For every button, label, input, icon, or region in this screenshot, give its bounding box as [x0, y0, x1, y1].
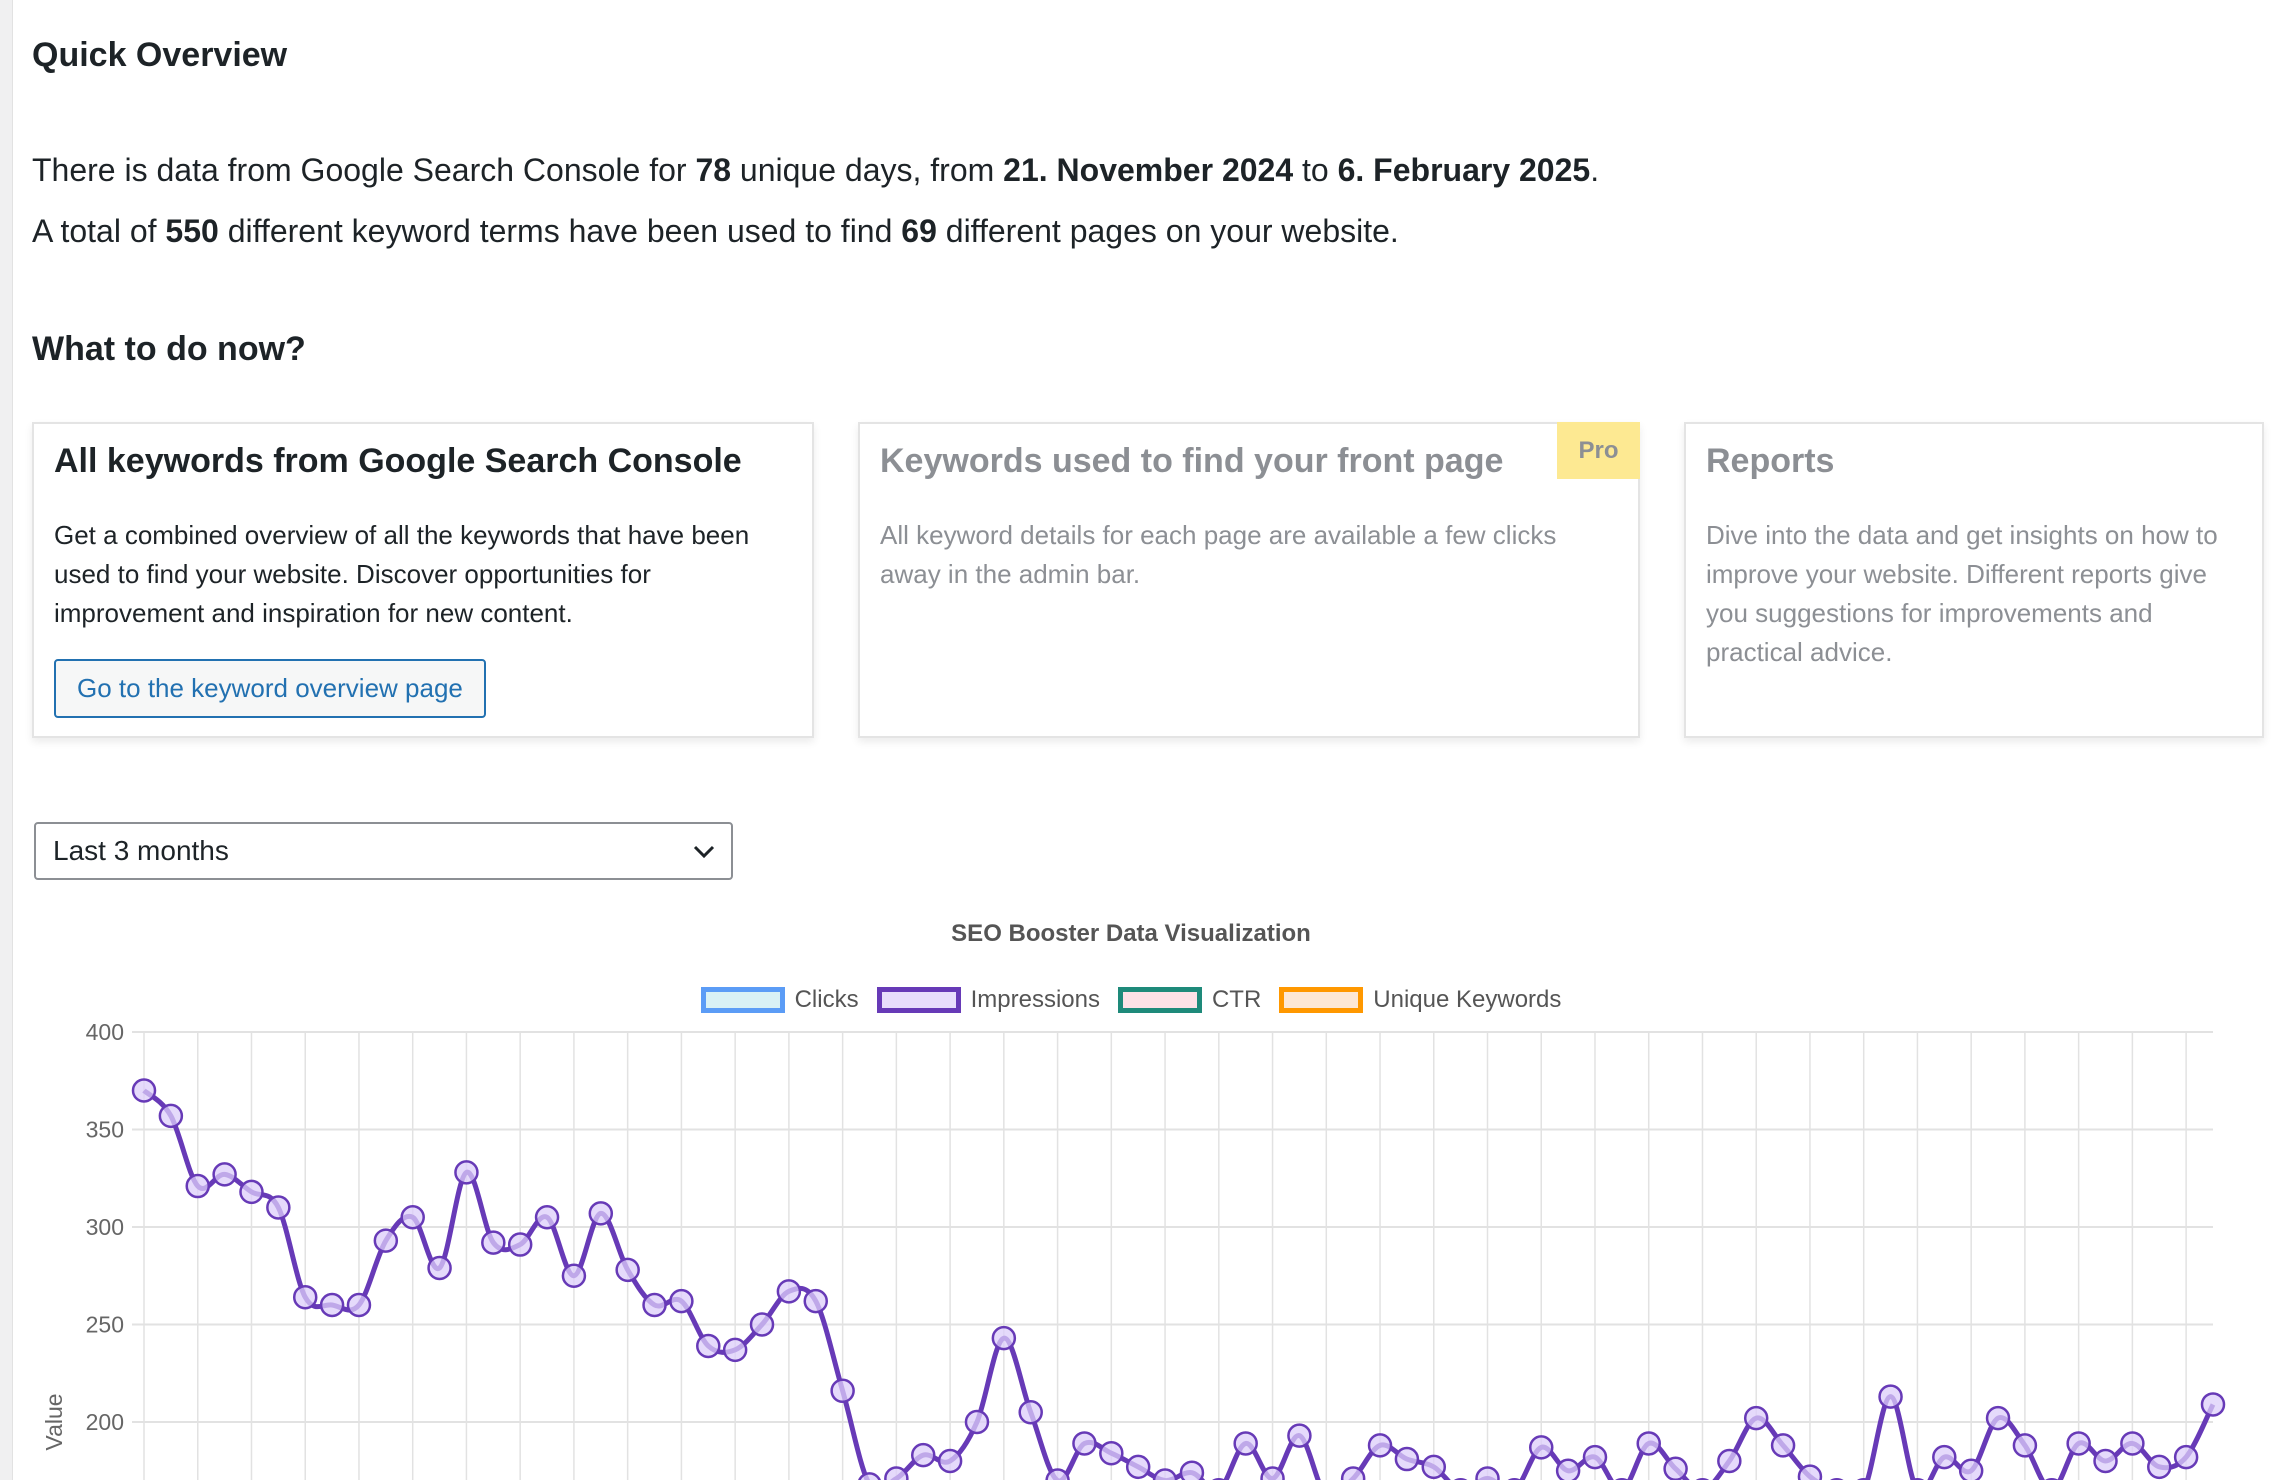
impressions-point[interactable] [1367, 1433, 1393, 1458]
impressions-point[interactable] [1260, 1466, 1285, 1480]
impressions-point[interactable] [2120, 1431, 2145, 1456]
impressions-point[interactable] [2147, 1454, 2172, 1480]
impressions-point[interactable] [454, 1160, 479, 1185]
impressions-point[interactable] [991, 1325, 1017, 1351]
impressions-point[interactable] [1125, 1454, 1151, 1480]
impressions-point[interactable] [1233, 1431, 1258, 1456]
y-axis-label: Value [41, 1393, 67, 1450]
impressions-point[interactable] [400, 1205, 425, 1230]
impressions-point[interactable] [158, 1103, 184, 1129]
impressions-point[interactable] [1179, 1460, 1205, 1480]
impressions-point[interactable] [266, 1195, 291, 1220]
impressions-point[interactable] [131, 1078, 157, 1103]
impressions-point[interactable] [1555, 1458, 1581, 1480]
impressions-point[interactable] [1636, 1431, 1661, 1456]
impressions-point[interactable] [910, 1442, 936, 1468]
impressions-point[interactable] [1528, 1435, 1554, 1460]
impressions-point[interactable] [642, 1292, 667, 1318]
impressions-point[interactable] [1072, 1431, 1097, 1456]
impressions-point[interactable] [1985, 1405, 2011, 1431]
impressions-point[interactable] [964, 1409, 990, 1435]
impressions-point[interactable] [1958, 1458, 1984, 1480]
impressions-line-chart: 200 250 300 350 400 Value [41, 1019, 2226, 1480]
impressions-point[interactable] [937, 1448, 963, 1474]
impressions-point[interactable] [776, 1279, 802, 1304]
impressions-point[interactable] [561, 1263, 587, 1288]
impressions-point[interactable] [1340, 1466, 1366, 1480]
impressions-point[interactable] [239, 1179, 264, 1205]
impressions-point[interactable] [2200, 1392, 2226, 1417]
y-tick-label: 400 [86, 1019, 124, 1045]
impressions-point[interactable] [346, 1292, 372, 1318]
impressions-point[interactable] [292, 1284, 318, 1310]
impressions-point[interactable] [507, 1232, 533, 1257]
impressions-point[interactable] [803, 1288, 829, 1314]
impressions-point[interactable] [858, 1472, 881, 1480]
impressions-point[interactable] [481, 1230, 506, 1255]
impressions-point[interactable] [427, 1255, 452, 1281]
impressions-point[interactable] [830, 1378, 855, 1404]
impressions-point[interactable] [1797, 1464, 1823, 1480]
impressions-point[interactable] [1475, 1466, 1500, 1480]
impressions-point[interactable] [1770, 1433, 1796, 1458]
impressions-point[interactable] [1018, 1400, 1043, 1425]
impressions-point[interactable] [588, 1201, 614, 1226]
impressions-point[interactable] [212, 1162, 237, 1187]
impressions-point[interactable] [1582, 1444, 1608, 1470]
impressions-point[interactable] [615, 1257, 640, 1283]
impressions-point[interactable] [1394, 1446, 1420, 1472]
y-tick-label: 250 [86, 1312, 124, 1338]
impressions-point[interactable] [1045, 1468, 1070, 1480]
impressions-point[interactable] [2093, 1448, 2118, 1474]
impressions-point[interactable] [884, 1466, 909, 1480]
impressions-point[interactable] [1421, 1454, 1447, 1480]
impressions-point[interactable] [749, 1312, 775, 1337]
impressions-point[interactable] [1932, 1444, 1957, 1470]
impressions-point[interactable] [373, 1228, 399, 1253]
impressions-point[interactable] [1152, 1468, 1178, 1480]
impressions-point[interactable] [319, 1292, 345, 1318]
impressions-point[interactable] [1099, 1440, 1124, 1466]
impressions-point[interactable] [1717, 1448, 1742, 1474]
impressions-point[interactable] [2066, 1431, 2091, 1456]
impressions-point[interactable] [1878, 1384, 1903, 1409]
y-tick-label: 200 [86, 1409, 124, 1435]
impressions-point[interactable] [534, 1205, 560, 1230]
impressions-point[interactable] [1743, 1405, 1769, 1431]
impressions-point[interactable] [185, 1173, 210, 1199]
impressions-point[interactable] [1287, 1423, 1312, 1448]
impressions-point[interactable] [669, 1288, 694, 1314]
y-tick-label: 350 [86, 1117, 124, 1143]
impressions-point[interactable] [696, 1333, 721, 1359]
impressions-point[interactable] [2012, 1433, 2038, 1458]
impressions-point[interactable] [722, 1337, 748, 1363]
y-tick-label: 300 [86, 1214, 124, 1240]
impressions-point[interactable] [2173, 1444, 2199, 1470]
impressions-point[interactable] [1663, 1456, 1688, 1480]
